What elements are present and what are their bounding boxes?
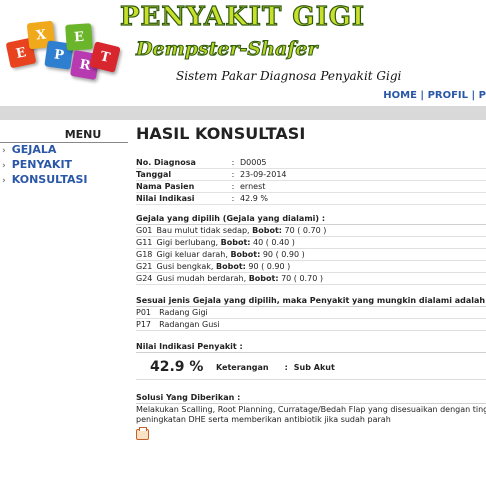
gejala-row: G18 Gigi keluar darah, Bobot: 90 ( 0.90 …	[136, 249, 486, 261]
solusi-line: Melakukan Scalling, Root Planning, Curra…	[136, 405, 486, 414]
sidebar-item-label: PENYAKIT	[11, 158, 73, 171]
penyakit-row: P17 Radangan Gusi	[136, 319, 486, 331]
penyakit-code: P17	[136, 320, 152, 329]
gejala-name: Gusi bengkak,	[156, 262, 214, 271]
gejala-code: G11	[136, 238, 153, 247]
bobot-value: 70 ( 0.70 )	[281, 274, 323, 283]
info-value: D0005	[240, 158, 267, 167]
gejala-name: Gigi berlubang,	[156, 238, 219, 247]
bobot-value: 70 ( 0.70 )	[284, 226, 327, 235]
print-icon[interactable]	[136, 427, 149, 440]
info-row: No. Diagnosa: D0005	[136, 157, 486, 169]
keterangan-label: Keterangan	[216, 362, 269, 372]
bobot-value: 90 ( 0.90 )	[248, 262, 291, 271]
expert-cubes-logo: E X P E R T	[5, 14, 124, 94]
nilai-indikasi-value: 42.9 %	[150, 359, 204, 375]
page-title: HASIL KONSULTASI	[136, 124, 306, 143]
solusi-line: peningkatan DHE serta memberikan antibio…	[136, 415, 391, 424]
info-row: Tanggal:23-09-2014	[136, 169, 486, 181]
top-nav: HOME | PROFIL | P	[383, 90, 486, 101]
nav-home-link[interactable]: HOME	[383, 90, 417, 101]
gejala-name: Gigi keluar darah,	[156, 250, 228, 259]
nav-p-link[interactable]: P	[479, 90, 486, 101]
bobot-label: Bobot:	[230, 250, 261, 259]
arrow-icon: ›	[2, 176, 6, 186]
bobot-label: Bobot:	[252, 226, 282, 235]
sidebar-item-gejala[interactable]: › GEJALA	[0, 143, 128, 158]
bobot-label: Bobot:	[220, 238, 251, 247]
gejala-row: G21 Gusi bengkak, Bobot: 90 ( 0.90 )	[136, 261, 486, 273]
info-value: 23-09-2014	[240, 170, 287, 179]
sidebar-item-konsultasi[interactable]: › KONSULTASI	[0, 173, 128, 188]
gejala-name: Gusi mudah berdarah,	[156, 274, 247, 283]
gejala-code: G24	[136, 274, 153, 283]
site-title: PENYAKIT GIGI	[119, 1, 366, 32]
info-value: 42.9 %	[240, 194, 268, 203]
gejala-code: G21	[136, 262, 153, 271]
sidebar-item-label: GEJALA	[11, 143, 57, 156]
penyakit-name: Radang Gigi	[159, 308, 208, 317]
arrow-icon: ›	[2, 161, 6, 171]
gejala-section-title: Gejala yang dipilih (Gejala yang dialami…	[136, 213, 486, 225]
gejala-code: G18	[136, 250, 153, 259]
nav-profil-link[interactable]: PROFIL	[428, 90, 468, 101]
sidebar-item-penyakit[interactable]: › PENYAKIT	[0, 158, 128, 173]
bobot-value: 40 ( 0.40 )	[253, 238, 295, 247]
nilai-section-title: Nilai Indikasi Penyakit :	[136, 341, 486, 353]
info-colon: :	[231, 194, 235, 203]
solusi-section-title: Solusi Yang Diberikan :	[136, 392, 486, 404]
site-tagline: Sistem Pakar Diagnosa Penyakit Gigi	[176, 69, 402, 83]
penyakit-name: Radangan Gusi	[159, 320, 220, 329]
info-label: Nama Pasien	[136, 182, 195, 191]
penyakit-code: P01	[136, 308, 152, 317]
site-subtitle: Dempster-Shafer	[136, 38, 319, 61]
keterangan-colon: :	[284, 362, 288, 372]
main-content: HASIL KONSULTASI No. Diagnosa: D0005 Tang…	[136, 124, 486, 444]
penyakit-row: P01 Radang Gigi	[136, 307, 486, 319]
solusi-text: Melakukan Scalling, Root Planning, Curra…	[136, 404, 486, 425]
gejala-row: G11 Gigi berlubang, Bobot: 40 ( 0.40 )	[136, 237, 486, 249]
gejala-name: Bau mulut tidak sedap,	[156, 226, 250, 235]
info-label: Tanggal	[136, 170, 172, 179]
info-row: Nilai Indikasi:42.9 %	[136, 193, 486, 205]
info-label: Nilai Indikasi	[136, 194, 195, 203]
info-value: ernest	[240, 182, 266, 191]
gejala-row: G01 Bau mulut tidak sedap, Bobot: 70 ( 0…	[136, 225, 486, 237]
penyakit-section-title: Sesuai jenis Gejala yang dipilih, maka P…	[136, 296, 486, 307]
site-header: E X P E R T PENYAKIT GIGI Dempster-Shafe…	[0, 0, 486, 101]
info-colon: :	[231, 170, 235, 179]
info-row: Nama Pasien: ernest	[136, 181, 486, 193]
bobot-label: Bobot:	[216, 262, 246, 271]
header-divider-bar	[0, 106, 486, 120]
bobot-value: 90 ( 0.90 )	[262, 250, 305, 259]
bobot-label: Bobot:	[248, 274, 279, 283]
arrow-icon: ›	[2, 146, 6, 156]
diagnosis-info: No. Diagnosa: D0005 Tanggal:23-09-2014 Na…	[136, 157, 486, 205]
info-colon: :	[231, 158, 235, 167]
nilai-summary: 42.9 % Keterangan : Sub Akut	[136, 355, 486, 380]
info-label: No. Diagnosa	[136, 158, 196, 167]
info-colon: :	[231, 182, 235, 191]
menu-title: MENU	[0, 128, 128, 143]
logo-cube: E	[65, 23, 93, 51]
sidebar-item-label: KONSULTASI	[11, 173, 88, 186]
sidebar-menu: MENU › GEJALA › PENYAKIT › KONSULTASI	[0, 128, 128, 188]
keterangan-value: Sub Akut	[293, 362, 335, 372]
gejala-code: G01	[136, 226, 153, 235]
gejala-row: G24 Gusi mudah berdarah, Bobot: 70 ( 0.7…	[136, 273, 486, 285]
